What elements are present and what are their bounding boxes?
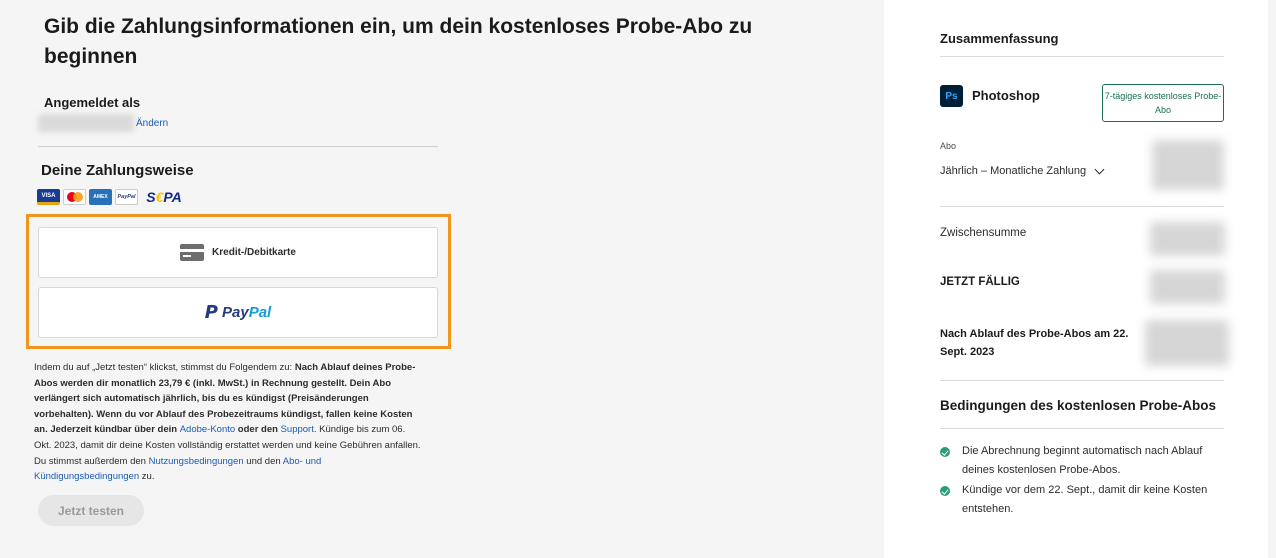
plan-select[interactable]: Jährlich – Monatliche Zahlung bbox=[940, 164, 1105, 177]
plan-label: Abo bbox=[940, 141, 957, 151]
sepa-logo: S € PA bbox=[146, 189, 182, 205]
change-account-link[interactable]: Ändern bbox=[136, 118, 168, 129]
trial-conditions-title: Bedingungen des kostenlosen Probe-Abos bbox=[940, 398, 1217, 413]
payment-logos: VISA AMEX PayPal S € PA bbox=[37, 188, 187, 206]
plan-value: Jährlich – Monatliche Zahlung bbox=[940, 165, 1087, 177]
credit-card-button[interactable]: Kredit-/Debitkarte bbox=[38, 227, 438, 278]
support-link[interactable]: Support bbox=[281, 424, 314, 435]
page-edge bbox=[1268, 0, 1276, 558]
condition-item: Die Abrechnung beginnt automatisch nach … bbox=[940, 442, 1230, 480]
credit-card-label: Kredit-/Debitkarte bbox=[212, 247, 296, 258]
photoshop-icon: Ps bbox=[940, 85, 963, 107]
signed-in-label: Angemeldet als bbox=[44, 95, 141, 110]
divider bbox=[38, 146, 438, 147]
due-now-label: JETZT FÄLLIG bbox=[940, 276, 1020, 288]
check-icon bbox=[940, 447, 950, 457]
page-title: Gib die Zahlungsinformationen ein, um de… bbox=[44, 15, 753, 68]
payment-method-title: Deine Zahlungsweise bbox=[41, 162, 194, 179]
trial-badge: 7-tägiges kostenloses Probe-Abo bbox=[1102, 84, 1224, 122]
condition-item: Kündige vor dem 22. Sept., damit dir kei… bbox=[940, 481, 1230, 519]
redacted-price bbox=[1152, 140, 1224, 190]
adobe-account-link[interactable]: Adobe-Konto bbox=[180, 424, 235, 435]
credit-card-icon bbox=[180, 244, 205, 261]
amex-logo: AMEX bbox=[89, 189, 112, 205]
chevron-down-icon bbox=[1094, 164, 1105, 174]
after-trial-label: Nach Ablauf des Probe-Abos am 22. Sept. … bbox=[940, 328, 1129, 358]
paypal-logo: PayPal bbox=[115, 189, 138, 205]
product-name: Photoshop bbox=[972, 88, 1040, 103]
redacted-subtotal bbox=[1150, 222, 1225, 256]
mastercard-logo bbox=[63, 189, 86, 205]
paypal-wordmark: PayPal bbox=[221, 304, 272, 321]
divider bbox=[940, 380, 1224, 381]
visa-logo: VISA bbox=[37, 189, 60, 205]
check-icon bbox=[940, 486, 950, 496]
divider bbox=[940, 206, 1224, 207]
start-trial-button[interactable]: Jetzt testen bbox=[38, 495, 144, 526]
terms-link[interactable]: Nutzungsbedingungen bbox=[149, 456, 244, 467]
redacted-after-trial bbox=[1145, 320, 1229, 366]
redacted-due-now bbox=[1150, 270, 1225, 304]
paypal-button[interactable]: P PayPal bbox=[38, 287, 438, 338]
divider bbox=[940, 428, 1224, 429]
divider bbox=[940, 56, 1224, 57]
legal-text: Indem du auf „Jetzt testen“ klickst, sti… bbox=[34, 362, 421, 483]
summary-title: Zusammenfassung bbox=[940, 31, 1059, 46]
paypal-icon: P bbox=[204, 302, 218, 323]
subtotal-label: Zwischensumme bbox=[940, 227, 1027, 239]
redacted-email bbox=[38, 114, 134, 132]
